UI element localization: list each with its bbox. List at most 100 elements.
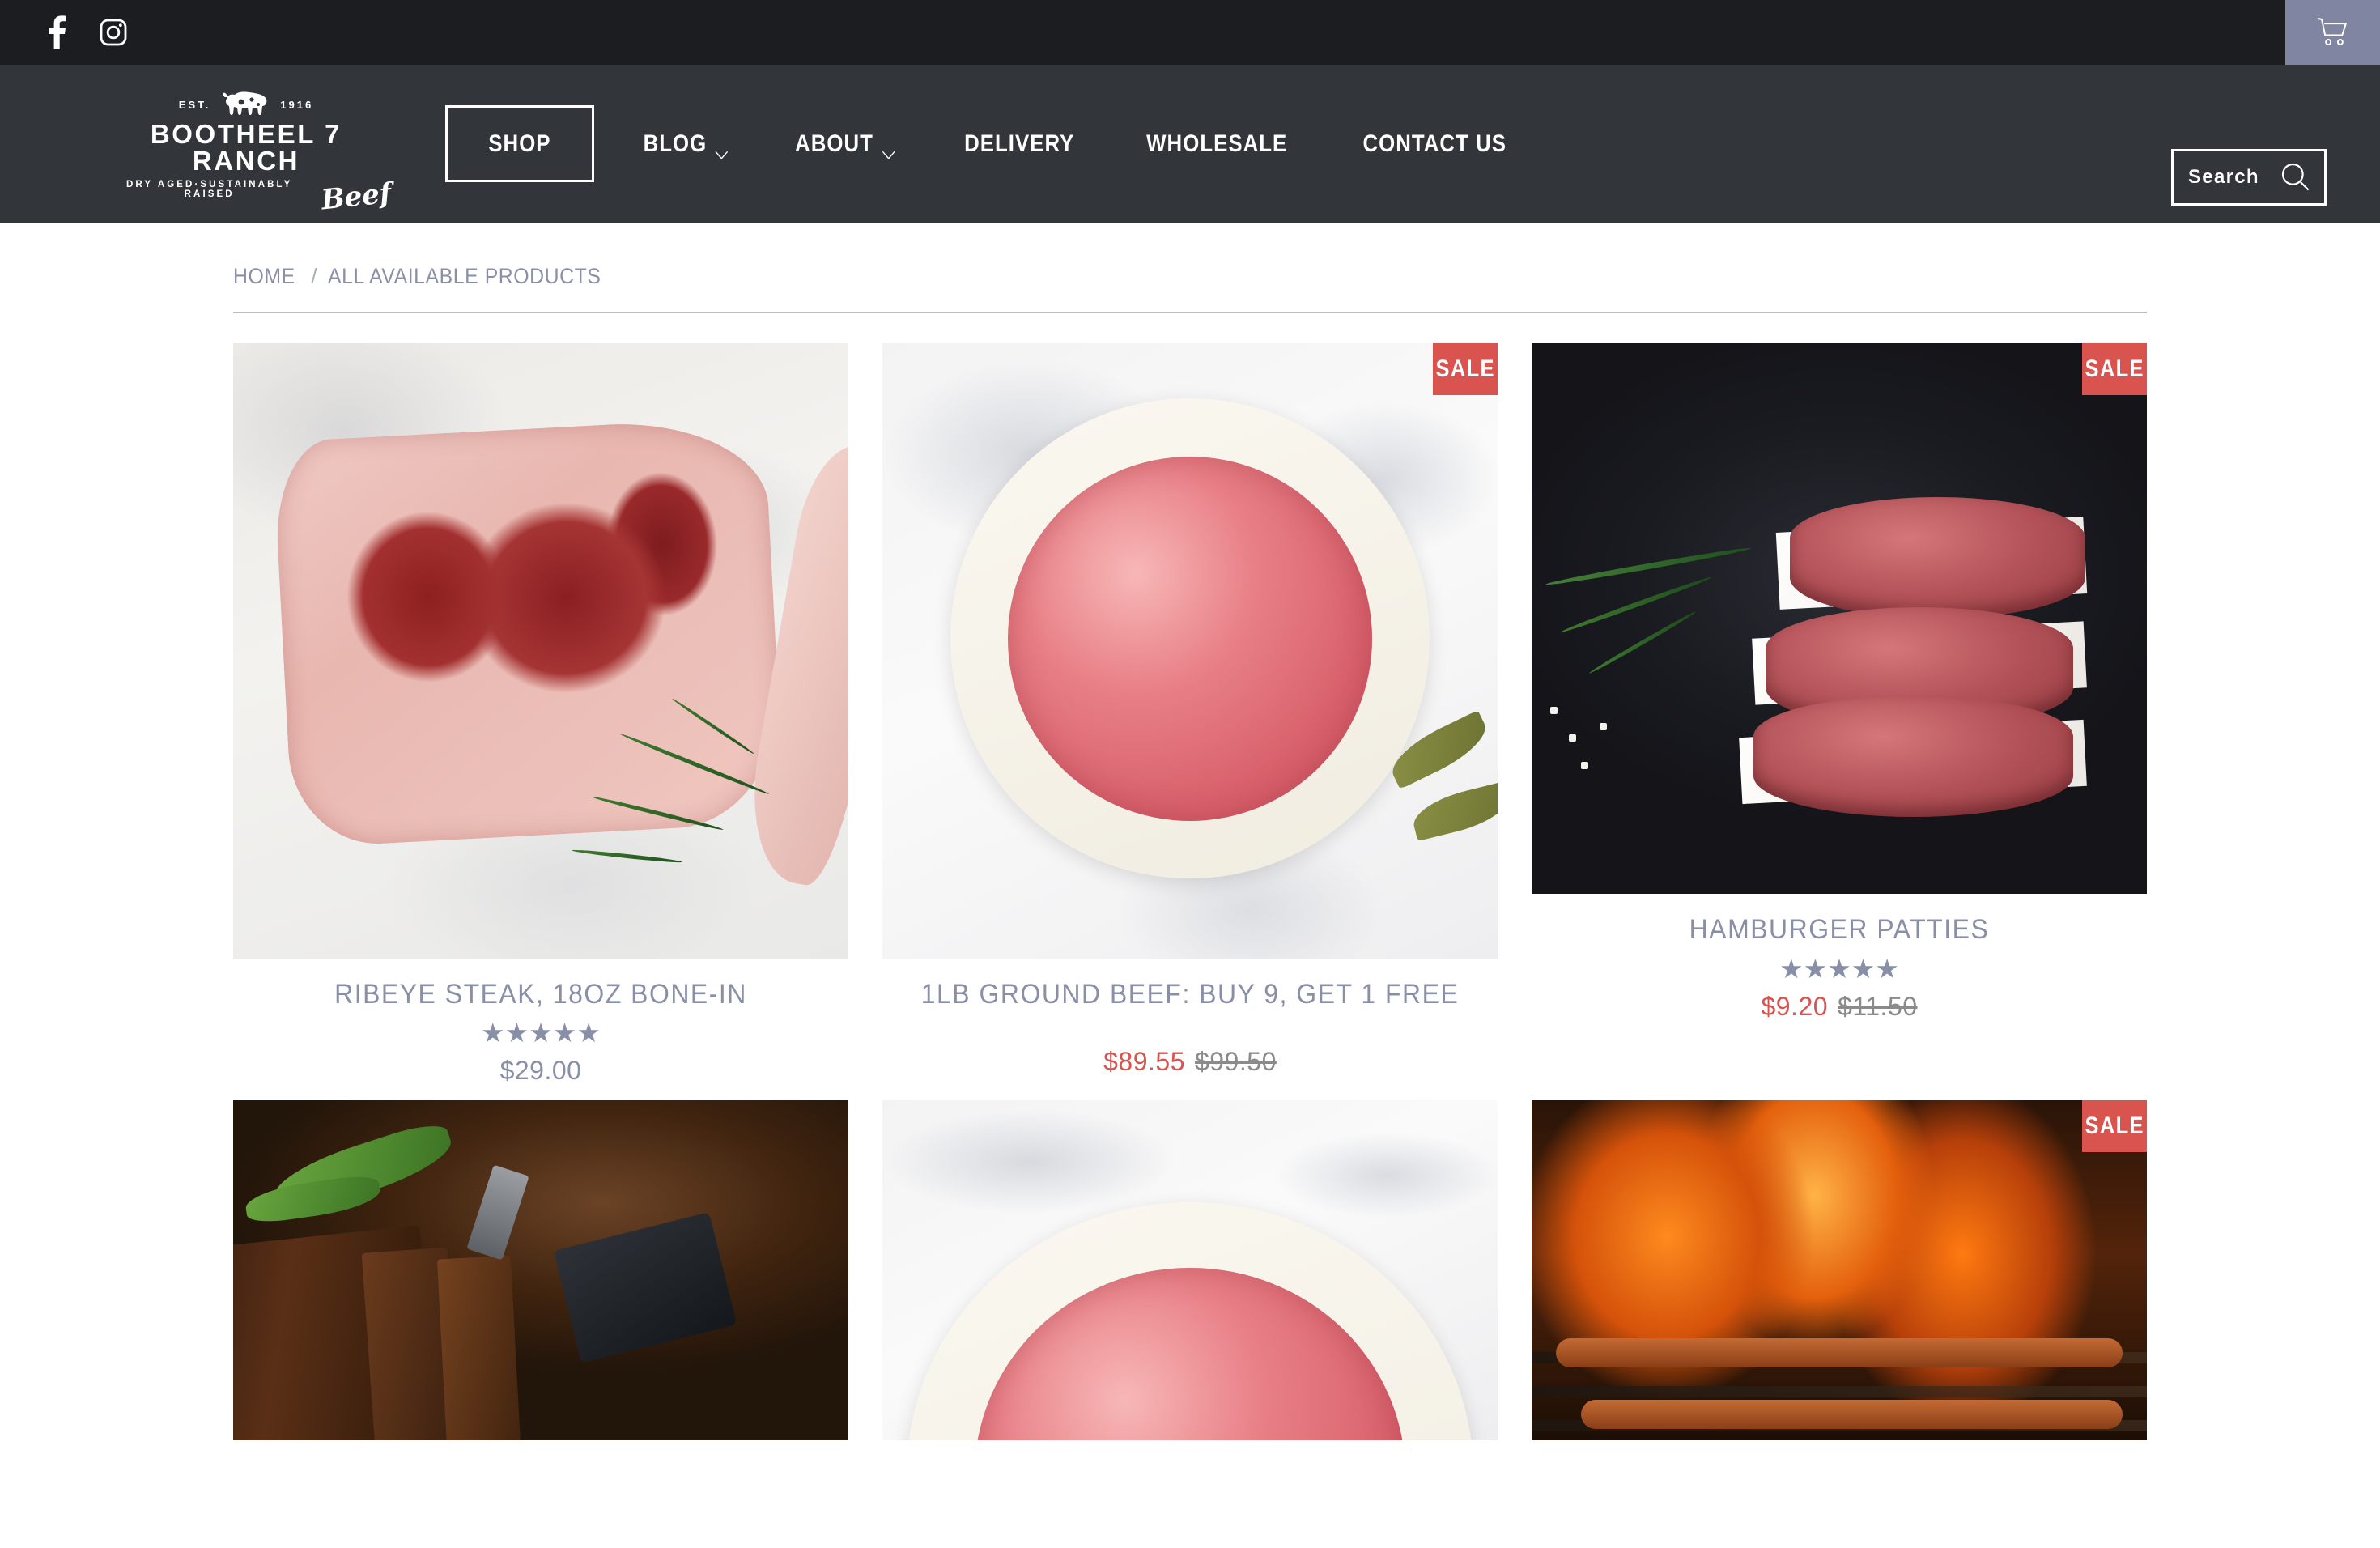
brisket-slice xyxy=(437,1255,521,1441)
search-input[interactable] xyxy=(2174,166,2276,189)
product-card[interactable] xyxy=(882,1100,1498,1441)
ground-beef-shape xyxy=(1007,456,1373,822)
sale-badge-label: SALE xyxy=(2085,355,2144,382)
steak-shape xyxy=(272,416,785,848)
nav-label-wholesale: WHOLESALE xyxy=(1146,130,1288,157)
logo-est-right: 1916 xyxy=(280,98,314,111)
patty-shape xyxy=(1753,695,2073,817)
nav-label-shop: SHOP xyxy=(488,130,551,157)
sale-badge-label: SALE xyxy=(1435,355,1495,382)
instagram-icon[interactable] xyxy=(96,15,131,50)
product-price: $29.00 xyxy=(499,1056,582,1086)
bowl-shape xyxy=(907,1202,1473,1441)
product-price-row: $89.55 $99.50 xyxy=(882,1047,1498,1077)
sale-badge: SALE xyxy=(2082,343,2147,395)
main-navigation: SHOP BLOG ABOUT DELIVERY WHOLESALE CONTA… xyxy=(445,105,1544,182)
chevron-down-icon xyxy=(715,139,729,159)
social-links xyxy=(39,15,131,50)
product-card[interactable]: SALE HAMBURGER PATTIES ★★★★★ $9.20 $11.5… xyxy=(1532,343,2147,1086)
product-title[interactable]: HAMBURGER PATTIES xyxy=(1550,914,2128,945)
breadcrumb-divider xyxy=(233,312,2147,313)
sale-badge-label: SALE xyxy=(2085,1112,2144,1140)
facebook-icon[interactable] xyxy=(39,15,74,50)
logo-name: BOOTHEEL 7 RANCH xyxy=(150,119,342,176)
salt-crystal xyxy=(1549,706,1558,714)
product-image-art xyxy=(1532,1100,2147,1441)
product-meta: HAMBURGER PATTIES ★★★★★ $9.20 $11.50 xyxy=(1532,894,2147,1021)
salt-crystal xyxy=(1568,734,1576,742)
logo-tagline: DRY AGED·SUSTAINABLY RAISED xyxy=(126,180,293,199)
chevron-down-icon xyxy=(882,139,895,159)
product-image[interactable]: SALE xyxy=(882,343,1498,959)
product-image-art xyxy=(882,343,1498,959)
breadcrumb: HOME / ALL AVAILABLE PRODUCTS xyxy=(233,223,2147,312)
site-header: EST. 1916 BOOTHEEL 7 RANCH DRY AGED·SUST… xyxy=(0,65,2380,223)
nav-label-delivery: DELIVERY xyxy=(964,130,1075,157)
bowl-shape xyxy=(950,398,1430,879)
sausage xyxy=(1580,1399,2123,1429)
product-image-art xyxy=(233,1100,848,1441)
product-rating-stars: ★★★★★ xyxy=(481,1018,601,1048)
product-card[interactable]: SALE 1LB GROUND BEEF: BUY 9, GET 1 FREE … xyxy=(882,343,1498,1086)
product-image[interactable] xyxy=(233,343,848,959)
product-compare-at-price: $11.50 xyxy=(1838,991,1918,1021)
nav-item-contact-us[interactable]: CONTACT US xyxy=(1341,125,1529,163)
nav-label-about: ABOUT xyxy=(795,130,874,157)
product-price: $9.20 xyxy=(1761,991,1829,1021)
knife-blade xyxy=(554,1212,737,1363)
product-card[interactable]: RIBEYE STEAK, 18OZ BONE-IN ★★★★★ $29.00 xyxy=(233,343,848,1086)
cart-icon xyxy=(2316,17,2350,48)
search-submit-button[interactable] xyxy=(2276,160,2324,195)
product-image-art xyxy=(1532,343,2147,895)
rosemary-sprig xyxy=(1587,610,1697,675)
nav-item-wholesale[interactable]: WHOLESALE xyxy=(1124,125,1310,163)
product-image[interactable]: SALE xyxy=(1532,1100,2147,1441)
product-rating-stars: ★★★★★ xyxy=(1779,953,1899,984)
rosemary-sprig xyxy=(572,848,682,864)
breadcrumb-home[interactable]: HOME xyxy=(233,264,295,289)
product-image[interactable]: SALE xyxy=(1532,343,2147,895)
page-content: HOME / ALL AVAILABLE PRODUCTS RIBEYE STE… xyxy=(0,223,2380,1441)
product-grid: RIBEYE STEAK, 18OZ BONE-IN ★★★★★ $29.00 … xyxy=(233,343,2147,1441)
product-title[interactable]: RIBEYE STEAK, 18OZ BONE-IN xyxy=(252,979,830,1010)
grill-grate-bar xyxy=(1532,1386,2147,1398)
salt-crystal xyxy=(1580,761,1588,769)
search-icon xyxy=(2279,160,2311,195)
logo-established: EST. 1916 xyxy=(100,88,392,121)
top-utility-bar xyxy=(0,0,2380,65)
product-meta: 1LB GROUND BEEF: BUY 9, GET 1 FREE $89.5… xyxy=(882,959,1498,1077)
product-price-row: $9.20 $11.50 xyxy=(1532,992,2147,1022)
breadcrumb-separator: / xyxy=(311,263,317,288)
product-image-art xyxy=(882,1100,1498,1441)
logo-script-beef: Beef xyxy=(320,176,393,217)
product-image[interactable] xyxy=(233,1100,848,1441)
nav-label-blog: BLOG xyxy=(643,130,708,157)
nav-item-blog[interactable]: BLOG xyxy=(621,125,750,163)
rosemary-sprig xyxy=(1545,545,1753,588)
sale-badge: SALE xyxy=(1433,343,1498,395)
bay-leaf xyxy=(1408,780,1498,841)
breadcrumb-current: ALL AVAILABLE PRODUCTS xyxy=(327,263,601,288)
product-title[interactable]: 1LB GROUND BEEF: BUY 9, GET 1 FREE xyxy=(901,979,1479,1010)
site-logo[interactable]: EST. 1916 BOOTHEEL 7 RANCH DRY AGED·SUST… xyxy=(100,88,393,217)
product-price-row: $29.00 xyxy=(233,1056,848,1086)
product-card[interactable] xyxy=(233,1100,848,1441)
rosemary-sprig xyxy=(1560,575,1713,635)
sale-badge: SALE xyxy=(2082,1100,2147,1153)
ground-beef-shape xyxy=(975,1268,1405,1441)
nav-item-shop[interactable]: SHOP xyxy=(445,105,594,182)
cow-icon xyxy=(220,91,270,118)
product-compare-at-price: $99.50 xyxy=(1195,1047,1277,1077)
product-card[interactable]: SALE xyxy=(1532,1100,2147,1441)
cart-button[interactable] xyxy=(2285,0,2380,65)
product-image[interactable] xyxy=(882,1100,1498,1441)
product-meta: RIBEYE STEAK, 18OZ BONE-IN ★★★★★ $29.00 xyxy=(233,959,848,1086)
nav-item-delivery[interactable]: DELIVERY xyxy=(942,125,1097,163)
salt-crystal xyxy=(1599,723,1607,731)
patty-shape xyxy=(1790,497,2085,619)
fork-handle xyxy=(466,1165,529,1261)
product-image-art xyxy=(233,343,848,959)
nav-item-about[interactable]: ABOUT xyxy=(773,125,918,163)
logo-est-left: EST. xyxy=(178,98,211,111)
search-box xyxy=(2171,149,2327,206)
